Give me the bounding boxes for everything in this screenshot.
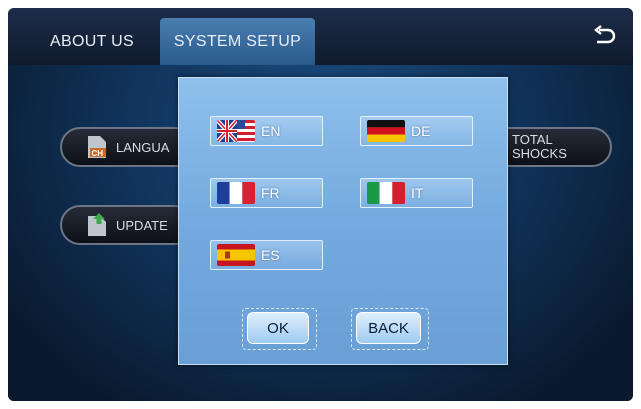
- update-setting-label: UPDATE: [116, 217, 168, 233]
- uk-us-flag-icon: [217, 120, 255, 142]
- tab-system-setup[interactable]: SYSTEM SETUP: [160, 18, 315, 65]
- france-flag-icon: [217, 182, 255, 204]
- device-screen: ABOUT US SYSTEM SETUP CH LANGUA UPDATE T…: [8, 8, 633, 401]
- svg-text:CH: CH: [92, 149, 104, 158]
- language-button-de[interactable]: DE: [360, 116, 473, 146]
- language-button-it[interactable]: IT: [360, 178, 473, 208]
- language-selection-dialog: EN DE FR IT ES OK BACK: [178, 77, 508, 365]
- language-label-it: IT: [411, 185, 424, 201]
- spain-flag-icon: [217, 244, 255, 266]
- language-button-es[interactable]: ES: [210, 240, 323, 270]
- language-button-fr[interactable]: FR: [210, 178, 323, 208]
- tab-about-us[interactable]: ABOUT US: [36, 18, 148, 65]
- update-setting-button[interactable]: UPDATE: [60, 205, 195, 245]
- language-file-icon: CH: [86, 135, 108, 159]
- germany-flag-icon: [367, 120, 405, 142]
- language-setting-button[interactable]: CH LANGUA: [60, 127, 195, 167]
- return-arrow-icon[interactable]: [591, 24, 617, 50]
- italy-flag-icon: [367, 182, 405, 204]
- language-label-es: ES: [261, 247, 280, 263]
- top-tab-bar: ABOUT US SYSTEM SETUP: [8, 8, 633, 65]
- language-button-en[interactable]: EN: [210, 116, 323, 146]
- back-button[interactable]: BACK: [356, 312, 421, 344]
- ok-button[interactable]: OK: [247, 312, 309, 344]
- total-shocks-label: TOTAL SHOCKS: [512, 132, 567, 161]
- language-label-fr: FR: [261, 185, 280, 201]
- language-setting-label: LANGUA: [116, 139, 170, 155]
- update-file-icon: [86, 213, 108, 237]
- language-label-en: EN: [261, 123, 281, 139]
- language-label-de: DE: [411, 123, 431, 139]
